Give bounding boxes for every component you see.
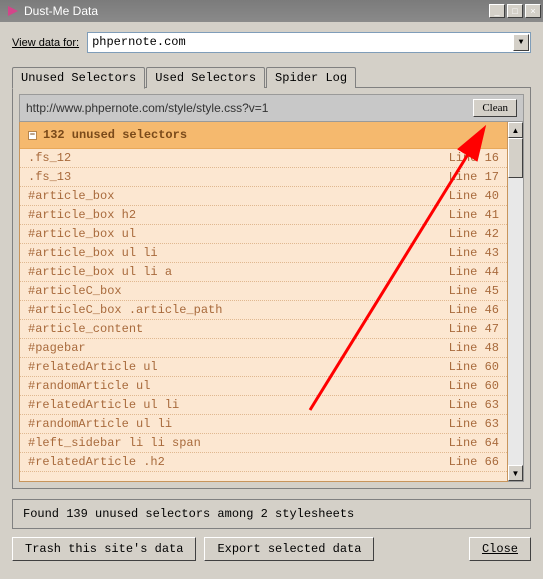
list-item[interactable]: #article_box ul liLine 43: [20, 244, 507, 263]
list-item[interactable]: #randomArticle ulLine 60: [20, 377, 507, 396]
selector-text: #articleC_box .article_path: [28, 303, 449, 317]
list-item[interactable]: .fs_13Line 17: [20, 168, 507, 187]
scrollbar[interactable]: ▲ ▼: [508, 122, 524, 482]
line-number: Line 60: [449, 379, 499, 393]
selector-text: #article_content: [28, 322, 449, 336]
window-title: Dust-Me Data: [24, 4, 489, 18]
list-item[interactable]: #article_contentLine 47: [20, 320, 507, 339]
list-item[interactable]: #relatedArticle ul liLine 63: [20, 396, 507, 415]
line-number: Line 60: [449, 360, 499, 374]
list-item[interactable]: #pagebarLine 48: [20, 339, 507, 358]
minimize-button[interactable]: _: [489, 4, 505, 18]
scroll-thumb[interactable]: [508, 138, 523, 178]
line-number: Line 64: [449, 436, 499, 450]
list-item[interactable]: #article_box ul li aLine 44: [20, 263, 507, 282]
selector-text: #pagebar: [28, 341, 449, 355]
selector-text: #left_sidebar li li span: [28, 436, 449, 450]
selector-text: #relatedArticle ul li: [28, 398, 449, 412]
selector-text: #randomArticle ul: [28, 379, 449, 393]
titlebar: Dust-Me Data _ □ ×: [0, 0, 543, 22]
selector-text: #article_box ul li: [28, 246, 449, 260]
list-item[interactable]: #left_sidebar li li spanLine 64: [20, 434, 507, 453]
selector-text: #relatedArticle ul: [28, 360, 449, 374]
selector-text: #article_box ul: [28, 227, 449, 241]
chevron-down-icon: ▼: [513, 34, 529, 51]
line-number: Line 47: [449, 322, 499, 336]
line-number: Line 41: [449, 208, 499, 222]
list-item[interactable]: #article_box ulLine 42: [20, 225, 507, 244]
selector-text: #article_box h2: [28, 208, 449, 222]
line-number: Line 63: [449, 417, 499, 431]
selector-list: − 132 unused selectors .fs_12Line 16.fs_…: [19, 122, 508, 482]
group-header[interactable]: − 132 unused selectors: [20, 122, 507, 149]
line-number: Line 48: [449, 341, 499, 355]
tab-spider-log[interactable]: Spider Log: [266, 67, 356, 88]
trash-button[interactable]: Trash this site's data: [12, 537, 196, 561]
stylesheet-url: http://www.phpernote.com/style/style.css…: [26, 101, 469, 115]
results-panel: http://www.phpernote.com/style/style.css…: [12, 87, 531, 489]
line-number: Line 46: [449, 303, 499, 317]
selector-text: .fs_13: [28, 170, 449, 184]
collapse-icon[interactable]: −: [28, 131, 37, 140]
tab-unused-selectors[interactable]: Unused Selectors: [12, 67, 145, 89]
list-item[interactable]: #article_boxLine 40: [20, 187, 507, 206]
list-item[interactable]: #randomArticle ul liLine 63: [20, 415, 507, 434]
line-number: Line 44: [449, 265, 499, 279]
status-text: Found 139 unused selectors among 2 style…: [12, 499, 531, 529]
scroll-up-icon[interactable]: ▲: [508, 122, 523, 138]
maximize-button[interactable]: □: [507, 4, 523, 18]
list-item[interactable]: .fs_12Line 16: [20, 149, 507, 168]
line-number: Line 16: [449, 151, 499, 165]
line-number: Line 17: [449, 170, 499, 184]
list-item[interactable]: #relatedArticle ulLine 60: [20, 358, 507, 377]
tab-used-selectors[interactable]: Used Selectors: [146, 67, 265, 88]
clean-button[interactable]: Clean: [473, 99, 517, 117]
close-window-button[interactable]: ×: [525, 4, 541, 18]
line-number: Line 66: [449, 455, 499, 469]
selector-text: #randomArticle ul li: [28, 417, 449, 431]
selector-text: #article_box: [28, 189, 449, 203]
app-icon: [6, 4, 20, 18]
line-number: Line 63: [449, 398, 499, 412]
domain-select[interactable]: phpernote.com ▼: [87, 32, 531, 53]
selector-text: #articleC_box: [28, 284, 449, 298]
list-item[interactable]: #article_box h2Line 41: [20, 206, 507, 225]
group-count: 132 unused selectors: [43, 128, 187, 142]
selector-text: #article_box ul li a: [28, 265, 449, 279]
export-button[interactable]: Export selected data: [204, 537, 374, 561]
close-button[interactable]: Close: [469, 537, 531, 561]
list-item[interactable]: #relatedArticle .h2Line 66: [20, 453, 507, 472]
list-item[interactable]: #articleC_boxLine 45: [20, 282, 507, 301]
scroll-down-icon[interactable]: ▼: [508, 465, 523, 481]
scroll-track[interactable]: [508, 178, 523, 465]
line-number: Line 43: [449, 246, 499, 260]
line-number: Line 42: [449, 227, 499, 241]
list-item[interactable]: #articleC_box .article_pathLine 46: [20, 301, 507, 320]
tabs: Unused Selectors Used Selectors Spider L…: [12, 67, 531, 88]
line-number: Line 45: [449, 284, 499, 298]
view-data-label: View data for:: [12, 37, 79, 49]
line-number: Line 40: [449, 189, 499, 203]
domain-value: phpernote.com: [92, 35, 186, 49]
selector-text: #relatedArticle .h2: [28, 455, 449, 469]
selector-text: .fs_12: [28, 151, 449, 165]
